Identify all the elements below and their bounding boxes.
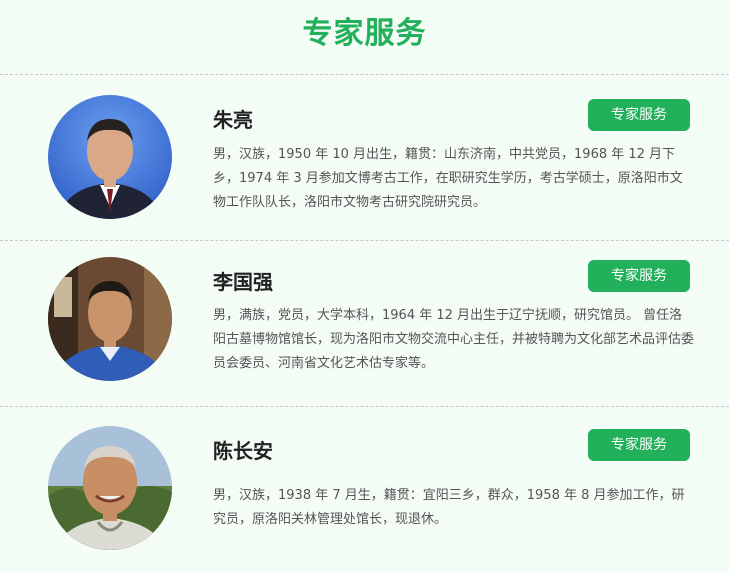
divider bbox=[0, 240, 729, 241]
expert-bio: 男，汉族，1938 年 7 月生，籍贯：宜阳三乡，群众，1958 年 8 月参加… bbox=[213, 488, 685, 527]
expert-bio: 男，汉族，1950 年 10 月出生，籍贯：山东济南，中共党员，1968 年 1… bbox=[213, 147, 683, 210]
page-title: 专家服务 bbox=[302, 16, 427, 51]
expert-name: 陈长安 bbox=[213, 439, 273, 463]
divider bbox=[0, 74, 729, 75]
expert-bio: 男，满族，党员，大学本科，1964 年 12 月出生于辽宁抚顺，研究馆员。 曾任… bbox=[213, 308, 695, 371]
expert-avatar bbox=[48, 95, 172, 219]
expert-service-button[interactable]: 专家服务 bbox=[588, 260, 690, 292]
divider bbox=[0, 406, 729, 407]
expert-avatar bbox=[48, 426, 172, 550]
expert-name: 李国强 bbox=[213, 270, 273, 294]
expert-service-button[interactable]: 专家服务 bbox=[588, 429, 690, 461]
expert-name: 朱亮 bbox=[213, 108, 253, 132]
expert-service-button[interactable]: 专家服务 bbox=[588, 99, 690, 131]
expert-avatar bbox=[48, 257, 172, 381]
